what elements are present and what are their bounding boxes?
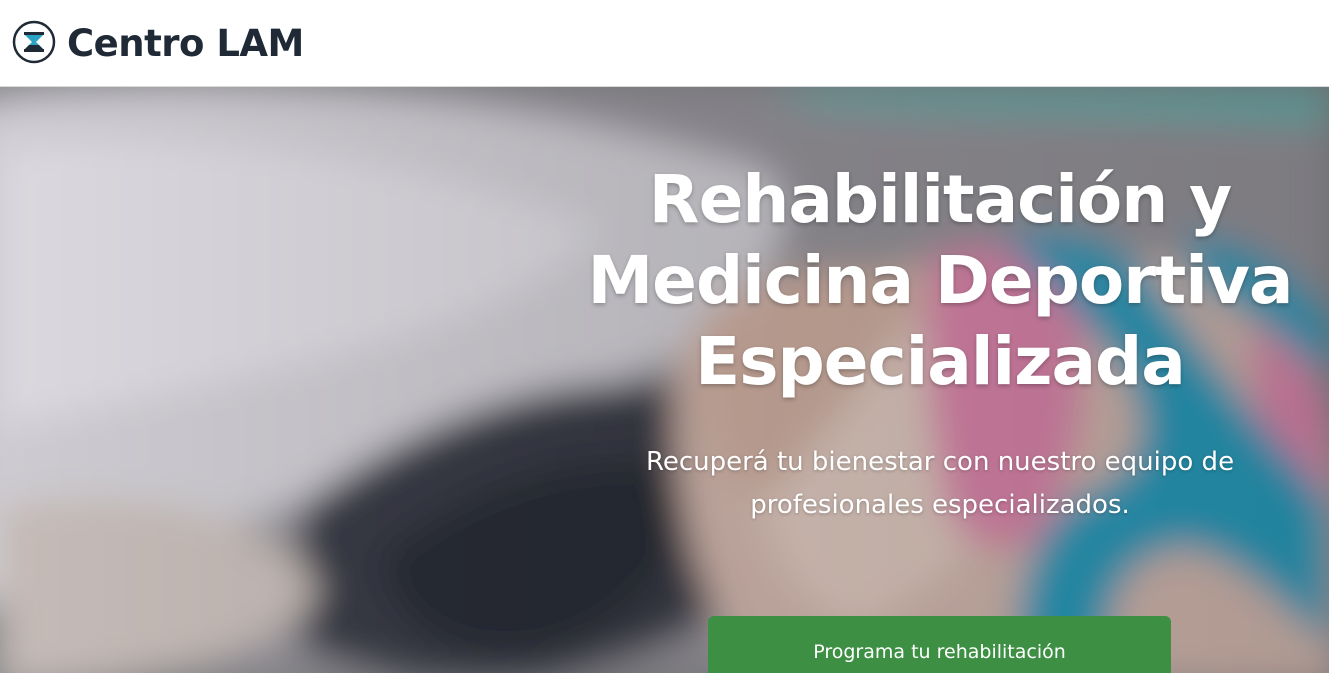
hero-subtitle-line-2: profesionales especializados. — [750, 490, 1130, 520]
hero-title: Rehabilitación y Medicina Deportiva Espe… — [560, 159, 1320, 402]
hero-section: Rehabilitación y Medicina Deportiva Espe… — [0, 87, 1329, 673]
hero-subtitle: Recuperá tu bienestar con nuestro equipo… — [600, 441, 1280, 527]
schedule-rehab-button[interactable]: Programa tu rehabilitación — [708, 616, 1171, 673]
hero-subtitle-line-1: Recuperá tu bienestar con nuestro equipo… — [645, 447, 1235, 477]
hero-title-line-1: Rehabilitación y — [648, 161, 1232, 239]
hero-title-line-3: Especializada — [695, 323, 1186, 401]
brand-name[interactable]: Centro LAM — [67, 19, 304, 69]
hero-title-line-2: Medicina Deportiva — [587, 242, 1294, 320]
site-header: Centro LAM — [0, 0, 1329, 87]
schedule-rehab-button-label: Programa tu rehabilitación — [813, 641, 1066, 663]
hourglass-logo-icon[interactable] — [12, 20, 56, 64]
